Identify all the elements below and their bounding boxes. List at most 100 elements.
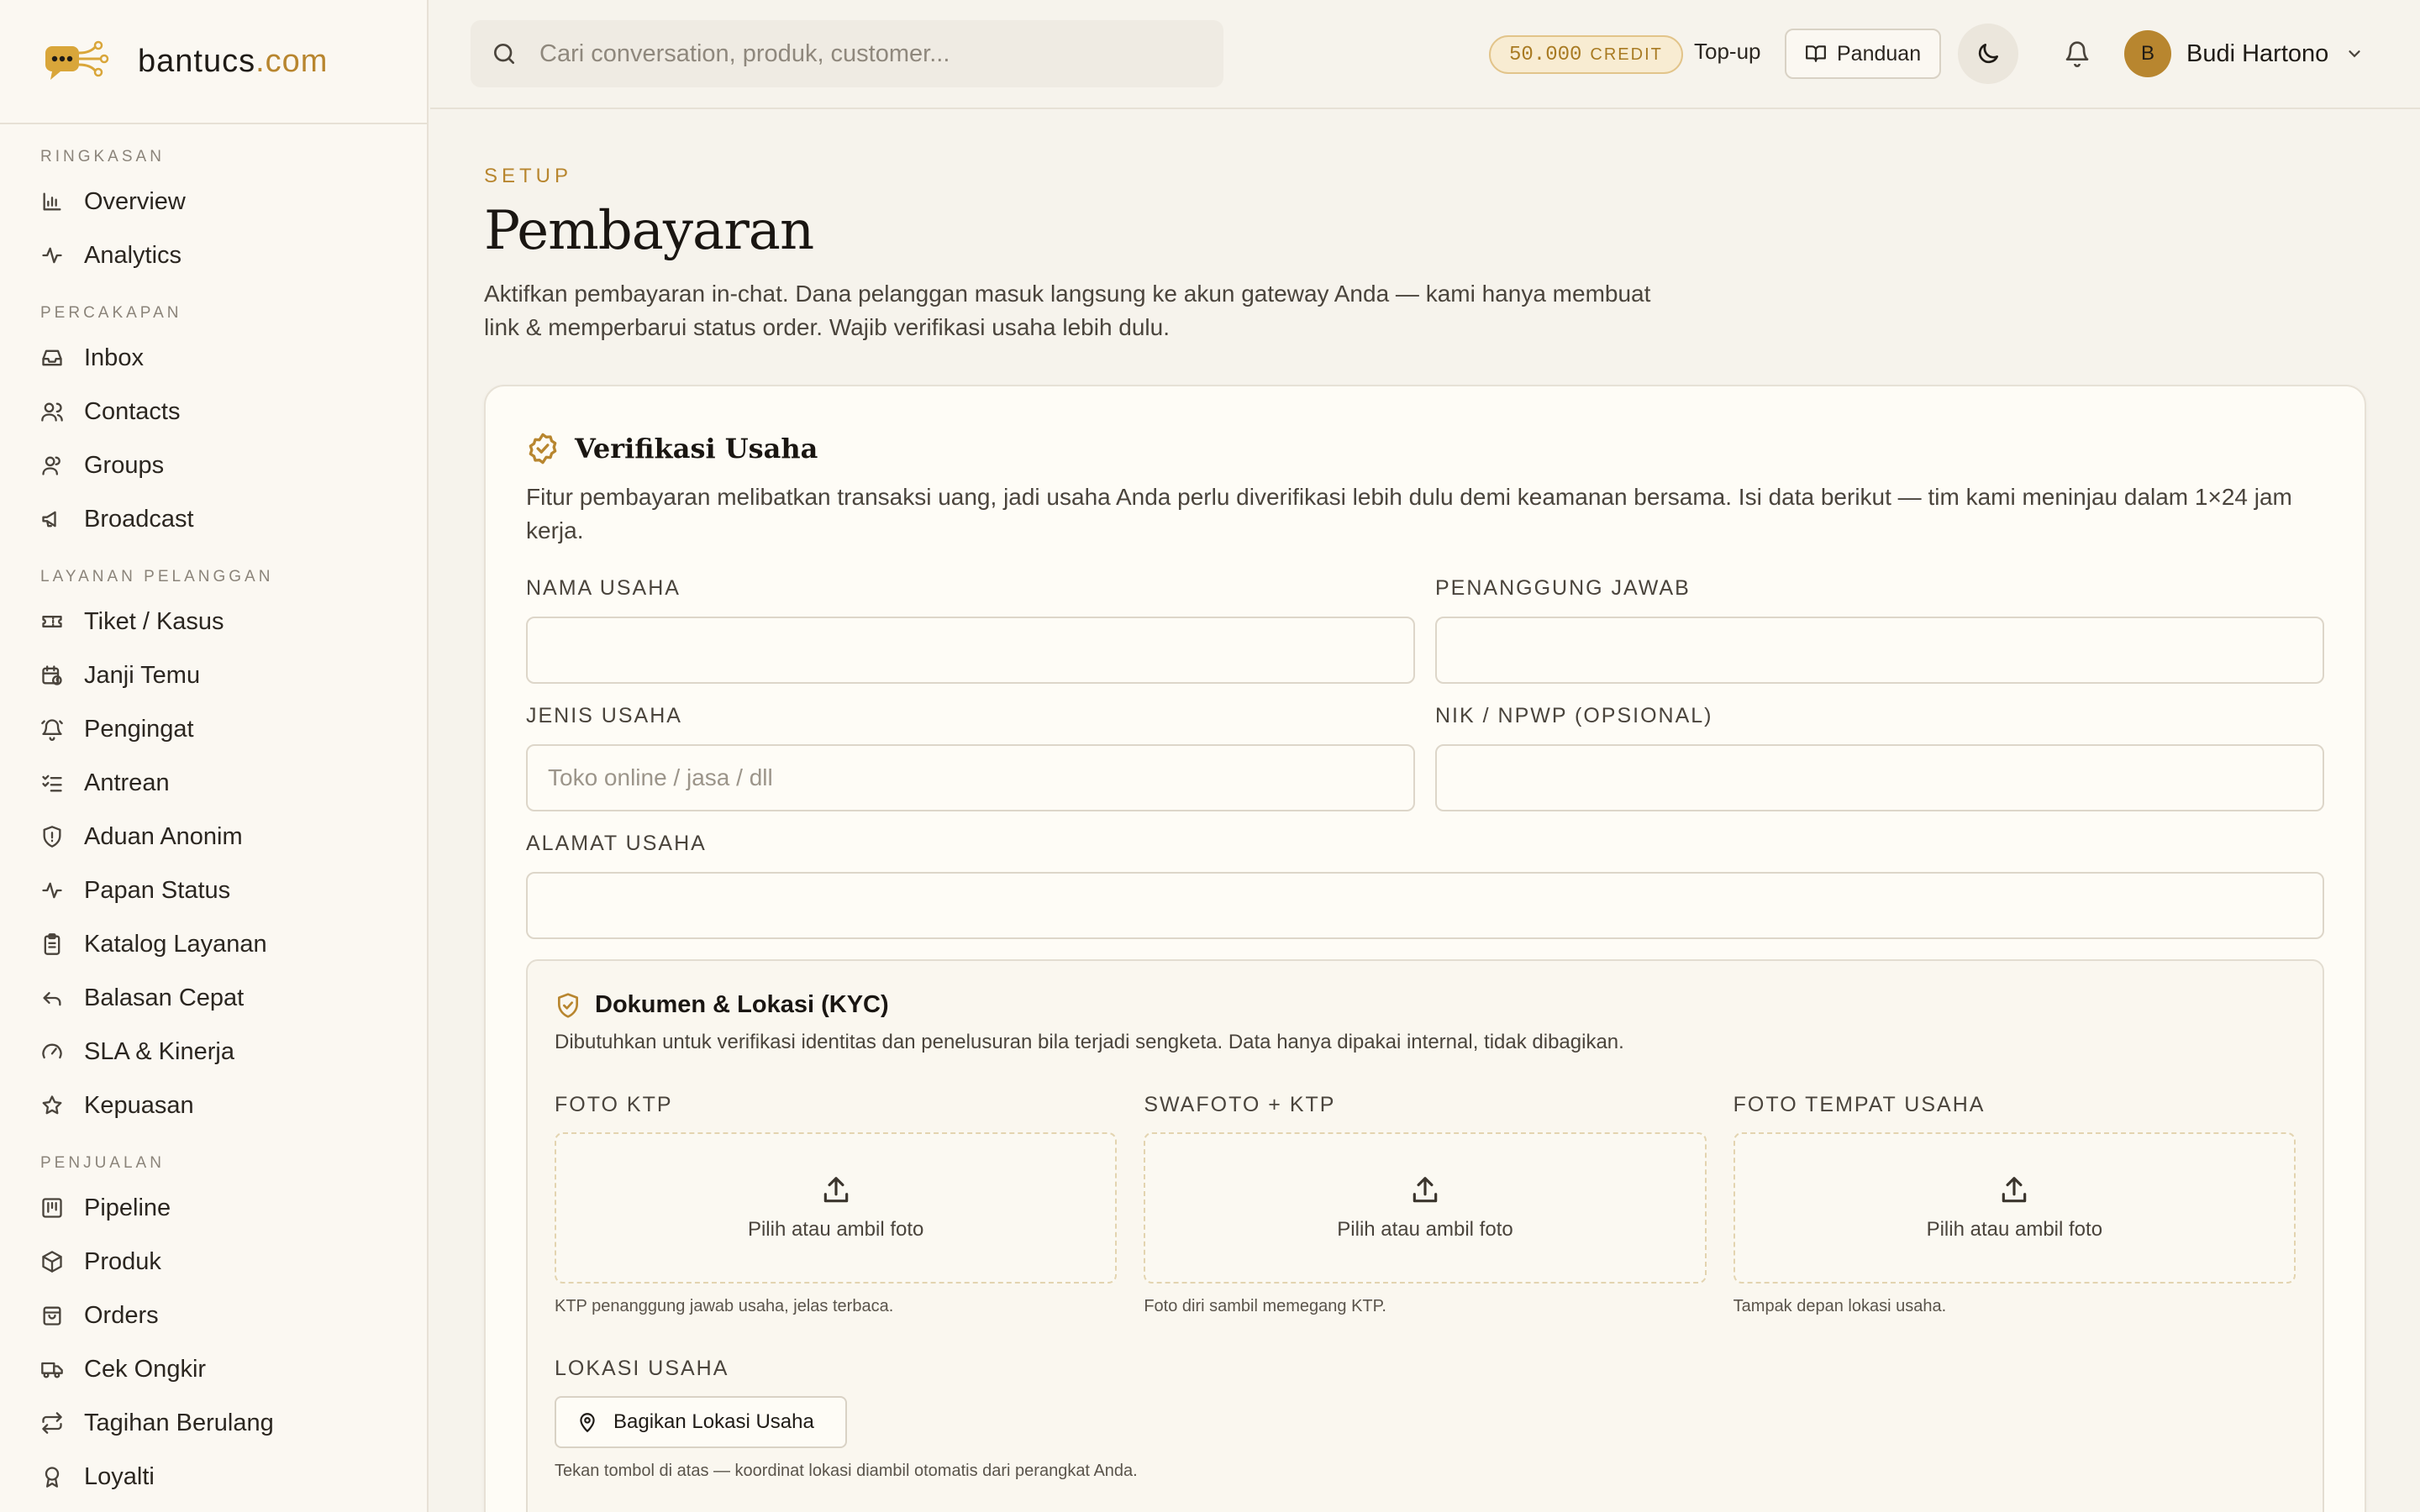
page-description: Aktifkan pembayaran in-chat. Dana pelang… [484, 281, 1651, 340]
search-icon [494, 44, 514, 64]
sidebar-item-balasan-cepat[interactable]: Balasan Cepat [0, 971, 427, 1025]
sidebar-item-loyalti[interactable]: Loyalti [0, 1450, 427, 1504]
star-icon [40, 1094, 64, 1117]
business-name-input[interactable] [526, 617, 1415, 684]
nik-npwp-input[interactable] [1435, 744, 2324, 811]
upload-hint: Foto diri sambil memegang KTP. [1144, 1297, 1386, 1315]
verification-description: Fitur pembayaran melibatkan transaksi ua… [526, 484, 2292, 543]
avatar: B [2124, 30, 2171, 77]
sidebar-item-label: Tiket / Kasus [84, 607, 224, 635]
verification-header: Verifikasi Usaha [526, 432, 2324, 465]
sidebar-item-aduan-anonim[interactable]: Aduan Anonim [0, 810, 427, 864]
search-input[interactable] [539, 39, 1178, 68]
sidebar-item-orders[interactable]: Orders [0, 1289, 427, 1342]
person-in-charge-input[interactable] [1435, 617, 2324, 684]
user-menu[interactable]: B Budi Hartono [2124, 27, 2364, 81]
sidebar-item-pipeline[interactable]: Pipeline [0, 1181, 427, 1235]
business-type-label: JENIS USAHA [526, 704, 682, 727]
package-icon [40, 1250, 64, 1273]
activity-icon [40, 244, 64, 267]
sidebar-item-label: Katalog Layanan [84, 930, 267, 958]
gauge-icon [40, 1040, 64, 1063]
dropzone-label: Pilih atau ambil foto [1337, 1218, 1513, 1241]
upload-icon [1413, 1177, 1438, 1203]
credit-amount: 50.000 [1509, 43, 1582, 66]
reply-icon [40, 986, 64, 1010]
sidebar-item-tagihan-berulang[interactable]: Tagihan Berulang [0, 1396, 427, 1450]
guide-label: Panduan [1837, 41, 1922, 66]
clipboard-icon [40, 932, 64, 956]
credit-badge: 50.000 CREDIT [1489, 35, 1683, 74]
sidebar-item-label: Balasan Cepat [84, 984, 245, 1011]
sidebar-item-label: Cek Ongkir [84, 1355, 207, 1383]
business-name-label: NAMA USAHA [526, 576, 681, 600]
upload-group: FOTO KTP Pilih atau ambil foto KTP penangg… [555, 1093, 2296, 1316]
upload-field-swafoto-ktp: SWAFOTO + KTP Pilih atau ambil foto Foto d… [1144, 1093, 1707, 1316]
sidebar-item-katalog-layanan[interactable]: Katalog Layanan [0, 917, 427, 971]
business-type-input[interactable] [526, 744, 1415, 811]
business-address-input[interactable] [526, 872, 2324, 939]
topup-link[interactable]: Top-up [1694, 39, 1761, 65]
nav-section-title: LAYANAN PELANGGAN [40, 568, 274, 585]
bell-ring-icon [40, 717, 64, 741]
sidebar-item-overview[interactable]: Overview [0, 175, 427, 228]
chevron-down-icon [2349, 50, 2360, 58]
calendar-clock-icon [40, 664, 64, 687]
sidebar-item-label: Papan Status [84, 876, 231, 904]
topbar: 50.000 CREDIT Top-up Panduan B Budi Hart… [430, 0, 2420, 109]
map-pin-icon [580, 1413, 595, 1432]
sidebar: bantucs.com RINGKASAN Overview Analytics PE… [0, 0, 429, 1512]
sidebar-item-janji-temu[interactable]: Janji Temu [0, 648, 427, 702]
sidebar-item-label: Orders [84, 1301, 159, 1329]
share-location-label: Bagikan Lokasi Usaha [613, 1410, 814, 1433]
page-eyebrow: SETUP [484, 165, 573, 187]
sidebar-item-label: Produk [84, 1247, 161, 1275]
sidebar-item-cek-ongkir[interactable]: Cek Ongkir [0, 1342, 427, 1396]
brand[interactable]: bantucs.com [0, 0, 427, 124]
sidebar-item-groups[interactable]: Groups [0, 438, 427, 492]
sidebar-item-pengingat[interactable]: Pengingat [0, 702, 427, 756]
upload-field-foto-tempat-usaha: FOTO TEMPAT USAHA Pilih atau ambil foto Ta… [1733, 1093, 2296, 1316]
truck-icon [40, 1357, 64, 1381]
search-box[interactable] [471, 20, 1223, 87]
user-name: Budi Hartono [2186, 39, 2329, 67]
megaphone-icon [40, 507, 64, 531]
sidebar-item-broadcast[interactable]: Broadcast [0, 492, 427, 546]
business-name-field: NAMA USAHA [526, 576, 1415, 684]
list-checks-icon [40, 771, 64, 795]
photo-dropzone[interactable]: Pilih atau ambil foto [1733, 1132, 2296, 1284]
sidebar-item-antrean[interactable]: Antrean [0, 756, 427, 810]
nav-section-title: PENJUALAN [40, 1154, 165, 1172]
sidebar-item-analytics[interactable]: Analytics [0, 228, 427, 282]
ticket-icon [40, 610, 64, 633]
badge-check-icon [529, 433, 557, 465]
sidebar-item-tiket-kasus[interactable]: Tiket / Kasus [0, 595, 427, 648]
share-location-button[interactable]: Bagikan Lokasi Usaha [555, 1396, 847, 1448]
sidebar-item-label: Kepuasan [84, 1091, 194, 1119]
theme-toggle-button[interactable] [1958, 24, 2018, 84]
upload-label: FOTO KTP [555, 1093, 673, 1116]
sidebar-item-inbox[interactable]: Inbox [0, 331, 427, 385]
sidebar-item-label: Contacts [84, 397, 181, 425]
guide-button[interactable]: Panduan [1785, 29, 1942, 79]
notifications-button[interactable] [2050, 27, 2104, 81]
photo-dropzone[interactable]: Pilih atau ambil foto [1144, 1132, 1707, 1284]
photo-dropzone[interactable]: Pilih atau ambil foto [555, 1132, 1118, 1284]
business-address-label: ALAMAT USAHA [526, 832, 707, 855]
sidebar-item-label: Overview [84, 187, 186, 215]
business-form: NAMA USAHA PENANGGUNG JAWAB JENIS USAHA … [526, 576, 2324, 959]
sidebar-item-sla-and-kinerja[interactable]: SLA & Kinerja [0, 1025, 427, 1079]
shield-check-icon [558, 992, 578, 1018]
sidebar-item-kepuasan[interactable]: Kepuasan [0, 1079, 427, 1132]
sidebar-item-label: Groups [84, 451, 165, 479]
sidebar-item-produk[interactable]: Produk [0, 1235, 427, 1289]
sidebar-item-papan-status[interactable]: Papan Status [0, 864, 427, 917]
sidebar-item-contacts[interactable]: Contacts [0, 385, 427, 438]
sidebar-item-label: Broadcast [84, 505, 194, 533]
main-content: SETUP Pembayaran Aktifkan pembayaran in-… [484, 109, 2366, 1512]
kyc-description: Dibutuhkan untuk verifikasi identitas da… [555, 1031, 1624, 1053]
book-open-icon [1806, 45, 1826, 62]
sidebar-nav: RINGKASAN Overview Analytics PERCAKAPAN Inbo… [0, 124, 427, 1504]
upload-field-foto-ktp: FOTO KTP Pilih atau ambil foto KTP penangg… [555, 1093, 1118, 1316]
brand-logo-icon [45, 40, 109, 80]
